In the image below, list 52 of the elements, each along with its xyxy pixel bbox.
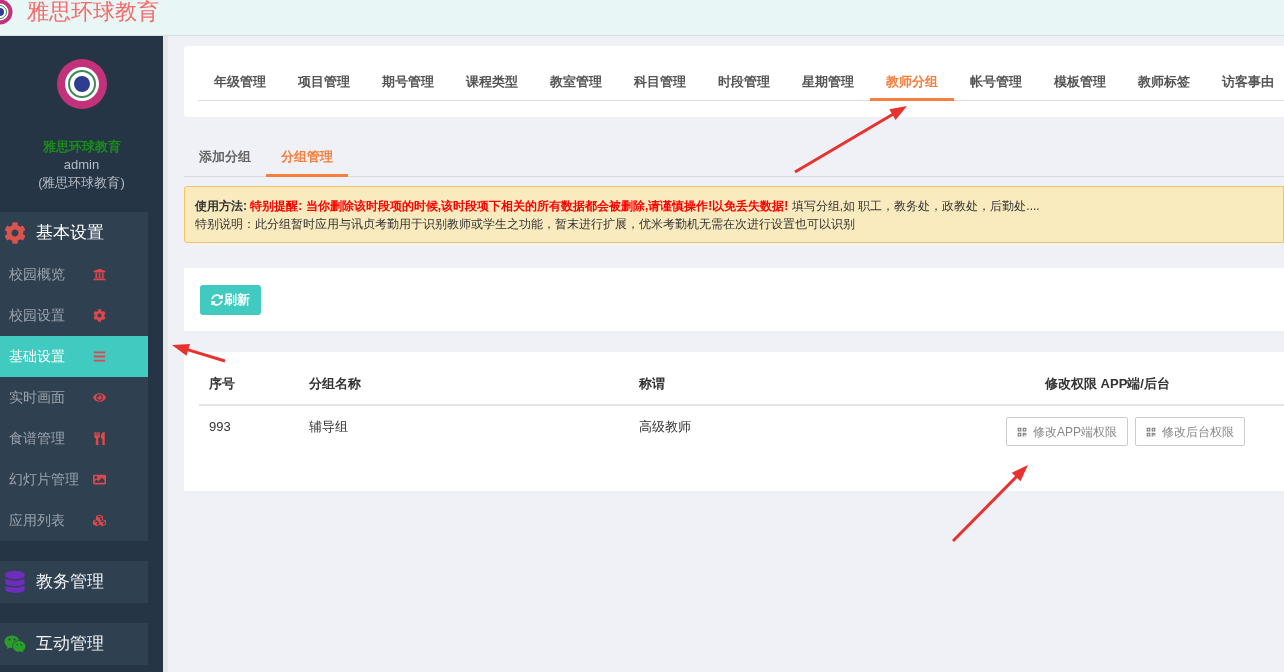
org-name: 雅思环球教育 [42,138,121,156]
table-cell-text: 高级教师 [638,418,692,436]
menu-item[interactable]: 幻灯片管理 [0,459,148,500]
annotation-arrow [172,344,226,363]
menu-icon [93,350,106,363]
menu-item[interactable]: 校园概览 [0,254,148,295]
nav-tab[interactable]: 星期管理 [786,65,870,101]
sub-tab[interactable]: 添加分组 [184,139,266,177]
menu-item[interactable]: 食谱管理 [0,418,148,459]
menu-item[interactable]: 应用列表 [0,500,148,541]
nav-tab[interactable]: 访客事由 [1206,65,1284,101]
school-logo [55,58,108,110]
menu-group-header[interactable]: 教务管理 [0,561,148,603]
permission-button[interactable]: 修改APP端权限 [1006,417,1128,446]
eye-icon [93,391,106,404]
nav-tab[interactable]: 课程类型 [450,65,534,101]
nav-tab[interactable]: 期号管理 [366,65,450,101]
permission-button[interactable]: 修改后台权限 [1135,417,1245,446]
database-icon [4,571,26,593]
site-title: 雅思环球教育 [27,0,159,23]
chat-bubbles-icon [4,633,26,655]
user-name: admin [63,156,100,174]
menu-item[interactable]: 校园设置 [0,295,148,336]
nav-tab[interactable]: 科目管理 [618,65,702,101]
usage-text: 使用方法: 特别提醒: 当你删除该时段项的时候,该时段项下相关的所有数据都会被删除,请谨慎操作!以免丢失数据! 填写分组,如 职工，教务处，政教处，后勤处.... [195,198,1041,215]
qr-code-icon [1017,426,1027,437]
nav-tab[interactable]: 教室管理 [534,65,618,101]
column-header: 修改权限 APP端/后台 [1043,375,1171,393]
menu-group-header[interactable]: 基本设置 [0,212,148,254]
cubes-icon [93,514,106,527]
utensils-icon [93,432,106,445]
menu-group-header[interactable]: 互动管理 [0,623,148,665]
table-cell-text: 993 [208,418,232,436]
qr-code-icon [1146,426,1156,437]
menu-item[interactable]: 实时画面 [0,377,148,418]
nav-tab[interactable]: 教师标签 [1122,65,1206,101]
column-header: 序号 [208,375,236,393]
table-cell-text: 辅导组 [308,418,349,436]
nav-tab[interactable]: 模板管理 [1038,65,1122,101]
note-text: 特别说明：此分组暂时应用与讯贞考勤用于识别教师或学生之功能，暂末进行扩展，优米考勤机无需在次进行设置也可以识别 [195,216,856,233]
bank-icon [93,268,106,281]
column-header: 称谓 [638,375,666,393]
refresh-icon [211,293,223,306]
image-icon [93,473,106,486]
user-org: (雅思环球教育) [38,174,125,192]
nav-tab[interactable]: 帐号管理 [954,65,1038,101]
nav-tab[interactable]: 时段管理 [702,65,786,101]
settings-icon [4,222,26,244]
nav-tab[interactable]: 年级管理 [198,65,282,101]
column-header: 分组名称 [308,375,362,393]
gear-icon [93,309,106,322]
nav-tab[interactable]: 项目管理 [282,65,366,101]
